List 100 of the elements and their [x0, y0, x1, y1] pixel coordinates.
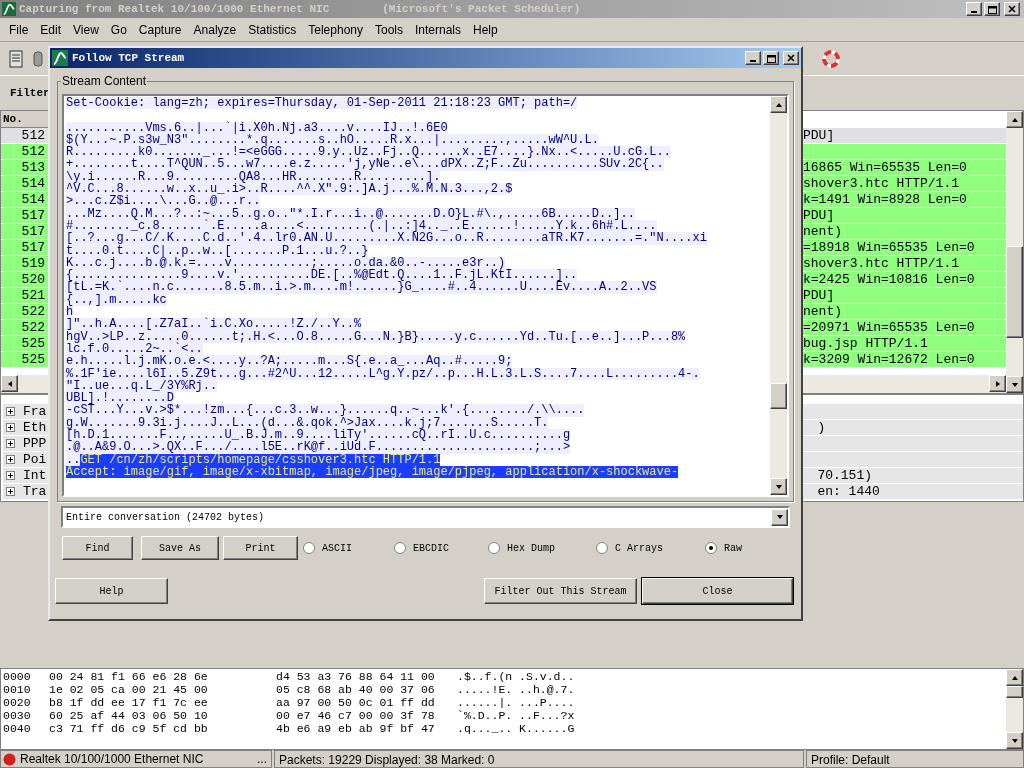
menu-item[interactable]: File	[3, 20, 35, 39]
table-cell-text: 522	[20, 318, 45, 337]
stream-text: UBL].!........D	[66, 392, 175, 405]
table-cell-text: 517	[20, 222, 45, 241]
dialog-button[interactable]: Close	[642, 578, 793, 604]
hex-bytes: 05 c8 68 ab 40 00 37 06	[276, 683, 436, 696]
profile-status: Profile: Default	[806, 750, 1024, 768]
hex-offset: 0030	[2, 709, 32, 722]
table-cell-text: =20971 Win=65535 Len=0	[803, 318, 975, 337]
table-cell-text: 525	[20, 334, 45, 353]
menu-item[interactable]: Analyze	[187, 20, 243, 39]
menu-item[interactable]: Statistics	[242, 20, 303, 39]
table-cell-text: bug.jsp HTTP/1.1	[803, 334, 928, 353]
scrollbar-thumb[interactable]	[1006, 246, 1023, 338]
minimize-button[interactable]	[966, 2, 982, 16]
table-cell-text: 513	[20, 158, 45, 177]
close-button[interactable]	[1004, 2, 1020, 16]
format-radio[interactable]: Raw	[705, 540, 765, 556]
stream-text: e.h.....l.j.mK.o.e.<....y..?A;.....m...S{.e..a_...Aq..#.....9;	[66, 355, 513, 368]
hex-bytes: 4b e6 a9 eb ab 9f bf 47	[276, 722, 436, 735]
stream-text: h	[66, 306, 74, 319]
wave-icon	[52, 50, 68, 66]
action-button[interactable]: Find	[62, 536, 133, 560]
arrow-down-icon	[1010, 380, 1019, 389]
format-radio[interactable]: Hex Dump	[488, 540, 596, 556]
menu-item[interactable]: Telephony	[302, 20, 369, 39]
scroll-up-button[interactable]	[1006, 669, 1023, 686]
hex-offset: 0010	[2, 683, 32, 696]
dropdown-arrow-button[interactable]	[771, 508, 788, 526]
detail-label: Eth	[23, 418, 47, 437]
stream-text: .@..A&9.O...>.QX..F.../....l5E..rK@f..iUd.F......................;...>	[66, 441, 571, 454]
table-cell-text: k=3209 Win=12672 Len=0	[803, 350, 975, 369]
scroll-right-button[interactable]	[989, 375, 1006, 392]
table-cell-text: 517	[20, 238, 45, 257]
hex-bytes: c3 71 ff d6 c9 5f cd bb	[49, 722, 209, 735]
menu-item[interactable]: Help	[467, 20, 504, 39]
hex-offset: 0020	[2, 696, 32, 709]
scroll-down-button[interactable]	[770, 478, 787, 495]
table-cell-text: PDU]	[803, 206, 835, 225]
table-cell-text: 514	[20, 190, 45, 209]
table-cell-text: 520	[20, 270, 45, 289]
table-cell-text: 519	[20, 254, 45, 273]
stream-text: [h.D.1.......F..,.....U_.B.J.m..9....liTy'......cQ..rI..U.c..........g	[66, 429, 571, 442]
document-icon[interactable]	[8, 48, 26, 69]
dialog-button[interactable]: Filter Out This Stream	[484, 578, 637, 604]
action-button[interactable]: Save As	[141, 536, 219, 560]
wave-icon	[2, 2, 16, 16]
hex-ascii: ......|. ...P....	[457, 696, 575, 709]
scroll-down-button[interactable]	[1006, 732, 1023, 749]
hex-bytes: aa 97 00 50 0c 01 ff dd	[276, 696, 436, 709]
column-header[interactable]: No.	[1, 111, 48, 128]
conversation-dropdown[interactable]: Entire conversation (24702 bytes)	[61, 506, 790, 528]
stream-text: Set-Cookie: lang=zh; expires=Thursday, 01-Sep-2011 21:18:23 GMT; path=/	[66, 97, 578, 110]
format-radio[interactable]: ASCII	[303, 540, 394, 556]
cylinder-icon[interactable]	[32, 48, 44, 69]
group-label: Stream Content	[61, 74, 148, 88]
stream-text: +........t....T^QUN..5...w7....e.z.....'j,yNe..e\...dPX..Z;F..Zu..........SUv.2C{..	[66, 158, 664, 171]
detail-label: Int	[23, 466, 47, 485]
action-button[interactable]: Print	[223, 536, 298, 560]
maximize-button[interactable]	[763, 51, 779, 65]
menu-item[interactable]: Go	[104, 20, 133, 39]
detail-info: 70.151)	[817, 466, 872, 485]
stream-text: {...............9....v.'..........DE.[..%@Edt.Q....1..F.jL.KtI......]..	[66, 269, 578, 282]
scroll-up-button[interactable]	[770, 96, 787, 113]
circle-icon[interactable]	[3, 752, 16, 766]
scrollbar-thumb[interactable]	[770, 383, 787, 409]
stream-text: hgV..>LP..z.....0......t;.H.<...O.8.....G...N.}B}.....y.c......Yd..Tu.[..e..]...P...8%	[66, 330, 686, 343]
menu-item[interactable]: Internals	[409, 20, 468, 39]
window-title: Capturing from Realtek 10/100/1000 Ethernet NIC	[19, 1, 330, 17]
hex-ascii: .$..f.(n .S.v.d..	[457, 670, 575, 683]
close-icon	[1008, 5, 1016, 13]
stream-text: R.........k0......._...!=<eGGG.....9.y..Uz..Fj..Q......x..E7....}.Nx..<.....U.cG.L..	[66, 146, 671, 159]
stream-text: ]"..h.A....[.Z7aI..`i.C.Xo.....!Z./..Y..%	[66, 318, 362, 331]
scroll-down-button[interactable]	[1006, 376, 1023, 393]
menu-item[interactable]: View	[67, 20, 105, 39]
hex-bytes: 00 24 81 f1 66 e6 28 6e	[49, 670, 209, 683]
restore-button[interactable]	[984, 2, 1000, 16]
minimize-button[interactable]	[745, 51, 761, 65]
table-cell-text: PDU]	[803, 128, 835, 145]
menu-item[interactable]: Edit	[34, 20, 68, 39]
maximize-icon	[766, 53, 776, 63]
menu-item[interactable]: Capture	[132, 20, 188, 39]
format-radio[interactable]: EBCDIC	[394, 540, 488, 556]
close-button[interactable]	[783, 51, 799, 65]
table-cell-text: PDU]	[803, 286, 835, 305]
scroll-left-button[interactable]	[1, 375, 18, 392]
restore-icon	[987, 4, 997, 14]
dialog-button[interactable]: Help	[55, 578, 168, 604]
table-cell-text: 512	[20, 128, 45, 145]
format-radio[interactable]: C Arrays	[596, 540, 705, 556]
menu-item[interactable]: Tools	[369, 20, 409, 39]
stream-text: ...Mz....Q.M...?..:~...5..g.o.."*.I.r...i..@.......D.O}L.#\.,.....6B.....D..]..	[66, 207, 635, 220]
table-cell-text: 522	[20, 302, 45, 321]
detail-label: Fra	[23, 402, 47, 421]
scroll-up-button[interactable]	[1006, 111, 1023, 128]
arrow-down-icon	[775, 513, 784, 521]
lifebuoy-icon[interactable]	[822, 49, 840, 68]
scrollbar-thumb[interactable]	[1006, 686, 1023, 698]
more-status[interactable]: ...	[257, 750, 271, 768]
stream-text: Accept: image/gif, image/x-xbitmap, image/jpeg, image/pjpeg, application/x-shockwave-	[66, 465, 679, 479]
